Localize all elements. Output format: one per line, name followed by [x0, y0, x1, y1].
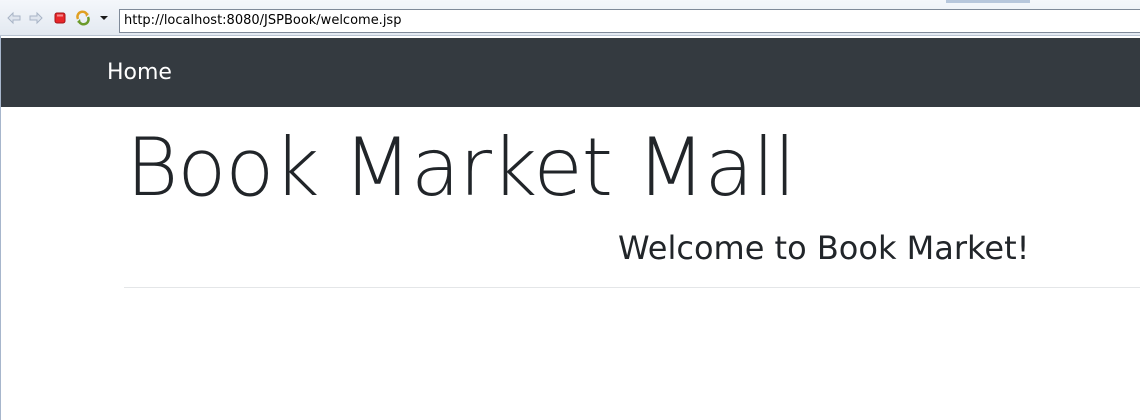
- back-arrow-icon[interactable]: [6, 10, 22, 26]
- nav-home-link[interactable]: Home: [107, 59, 172, 87]
- stop-icon[interactable]: [52, 10, 68, 26]
- browser-window: http://localhost:8080/JSPBook/welcome.js…: [0, 0, 1140, 420]
- welcome-subtitle: Welcome to Book Market!: [618, 229, 1030, 267]
- divider: [124, 287, 1140, 288]
- forward-arrow-icon[interactable]: [28, 10, 44, 26]
- browser-toolbar: http://localhost:8080/JSPBook/welcome.js…: [0, 0, 1140, 36]
- page-title: Book Market Mall: [126, 121, 796, 214]
- refresh-icon[interactable]: [75, 10, 91, 26]
- tab-indicator: [946, 0, 1030, 3]
- top-navbar: Home: [1, 38, 1140, 107]
- dropdown-arrow-icon[interactable]: [96, 10, 112, 26]
- url-input[interactable]: http://localhost:8080/JSPBook/welcome.js…: [119, 9, 1140, 33]
